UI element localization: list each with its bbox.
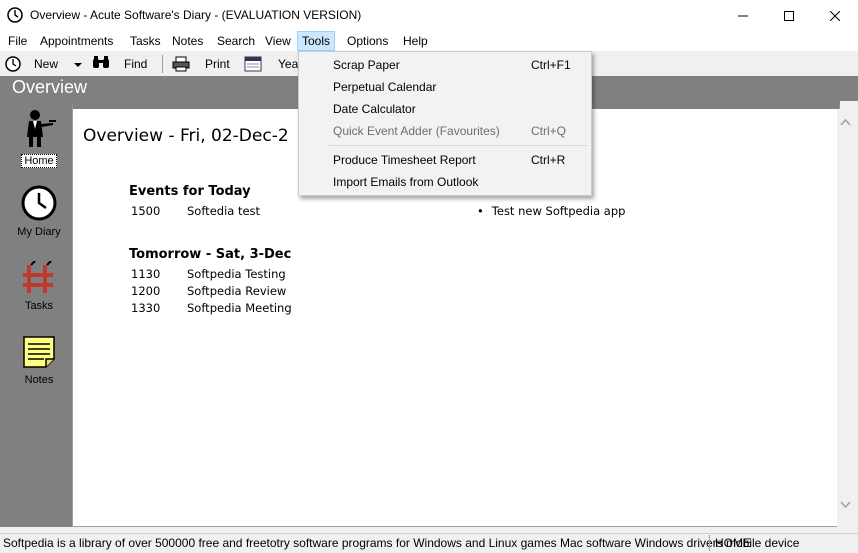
tomorrow-heading: Tomorrow - Sat, 3-Dec — [129, 247, 292, 262]
window-title: Overview - Acute Software's Diary - (EVA… — [30, 8, 362, 22]
sidebar-item-home[interactable]: Home — [0, 109, 78, 168]
event-time: 1130 — [131, 267, 161, 281]
sidebar-item-label: Home — [21, 154, 57, 168]
menu-item-import-emails[interactable]: Import Emails from Outlook — [299, 171, 591, 193]
sidebar: Home My Diary Tasks Notes — [0, 101, 76, 527]
tools-menu: Scrap Paper Ctrl+F1 Perpetual Calendar D… — [298, 51, 592, 196]
note-icon — [23, 336, 55, 368]
find-button[interactable]: Find — [124, 55, 147, 73]
menu-item-scrap-paper[interactable]: Scrap Paper Ctrl+F1 — [299, 54, 591, 76]
event-time: 1200 — [131, 284, 161, 298]
menu-item-shortcut: Ctrl+F1 — [531, 58, 571, 72]
event-time: 1500 — [131, 204, 161, 218]
vertical-scrollbar[interactable] — [837, 109, 854, 527]
task-text: Test new Softpedia app — [491, 204, 626, 218]
sidebar-item-tasks[interactable]: Tasks — [0, 260, 78, 312]
menu-options[interactable]: Options — [343, 32, 392, 50]
sidebar-item-notes[interactable]: Notes — [0, 335, 78, 386]
menu-notes[interactable]: Notes — [168, 32, 207, 50]
scroll-down-icon[interactable] — [837, 499, 854, 511]
menu-item-perpetual-calendar[interactable]: Perpetual Calendar — [299, 76, 591, 98]
status-message: Softpedia is a library of over 500000 fr… — [3, 536, 800, 550]
event-text: Softpedia Testing — [187, 267, 286, 281]
menu-item-label: Import Emails from Outlook — [333, 175, 479, 189]
menu-item-shortcut: Ctrl+Q — [531, 124, 567, 138]
status-divider — [709, 535, 710, 551]
butler-icon — [27, 110, 56, 147]
sidebar-item-label: Tasks — [24, 300, 54, 312]
menu-item-quick-event-adder[interactable]: Quick Event Adder (Favourites) Ctrl+Q — [299, 120, 591, 142]
event-row[interactable]: 1200 Softpedia Review — [131, 284, 286, 298]
menu-help[interactable]: Help — [399, 32, 432, 50]
close-button[interactable] — [812, 0, 858, 31]
tasks-icon — [23, 260, 53, 293]
menu-tools[interactable]: Tools — [297, 31, 336, 51]
bullet: • — [477, 204, 484, 218]
new-dropdown-icon[interactable] — [74, 57, 82, 75]
minimize-button[interactable] — [720, 0, 766, 31]
clock-icon — [21, 185, 57, 221]
page-title: Overview — [12, 77, 88, 97]
menu-item-label: Scrap Paper — [333, 58, 400, 72]
menu-appointments[interactable]: Appointments — [36, 32, 117, 50]
task-item[interactable]: • Test new Softpedia app — [477, 204, 625, 218]
menu-item-shortcut: Ctrl+R — [531, 153, 566, 167]
app-clock-icon[interactable] — [7, 7, 23, 23]
menu-search[interactable]: Search — [213, 32, 259, 50]
binoculars-icon — [92, 56, 110, 74]
printer-icon — [172, 56, 190, 74]
title-bar: Overview - Acute Software's Diary - (EVA… — [0, 0, 858, 31]
sidebar-item-label: Notes — [24, 374, 54, 386]
close-icon — [830, 10, 840, 21]
menu-item-date-calculator[interactable]: Date Calculator — [299, 98, 591, 120]
menu-item-label: Produce Timesheet Report — [333, 153, 476, 167]
sidebar-item-my-diary[interactable]: My Diary — [0, 185, 78, 238]
event-text: Softpedia Review — [187, 284, 287, 298]
menu-item-label: Quick Event Adder (Favourites) — [333, 124, 500, 138]
new-button[interactable]: New — [34, 55, 58, 73]
maximize-button[interactable] — [766, 0, 812, 31]
print-button[interactable]: Print — [205, 55, 230, 73]
menu-item-label: Date Calculator — [333, 102, 416, 116]
event-row[interactable]: 1500 Softedia test — [131, 204, 260, 218]
sidebar-item-label: My Diary — [17, 226, 61, 238]
event-row[interactable]: 1130 Softpedia Testing — [131, 267, 286, 281]
menu-item-label: Perpetual Calendar — [333, 80, 437, 94]
overview-title: Overview - Fri, 02-Dec-2 — [83, 126, 289, 146]
event-time: 1330 — [131, 301, 161, 315]
menu-file[interactable]: File — [4, 32, 31, 50]
event-text: Softedia test — [187, 204, 261, 218]
events-today-heading: Events for Today — [129, 184, 251, 199]
menu-item-timesheet-report[interactable]: Produce Timesheet Report Ctrl+R — [299, 149, 591, 171]
maximize-icon — [784, 10, 794, 21]
menu-view[interactable]: View — [261, 32, 295, 50]
menu-tasks[interactable]: Tasks — [126, 32, 165, 50]
minimize-icon — [738, 15, 748, 16]
new-clock-icon[interactable] — [5, 56, 21, 74]
event-text: Softpedia Meeting — [187, 301, 292, 315]
menu-separator — [329, 145, 587, 146]
scroll-up-icon[interactable] — [837, 117, 854, 129]
event-row[interactable]: 1330 Softpedia Meeting — [131, 301, 292, 315]
status-section: HOME — [715, 536, 751, 550]
menu-bar: File Appointments Tasks Notes Search Vie… — [0, 31, 858, 51]
toolbar-divider — [162, 55, 163, 73]
status-bar: Softpedia is a library of over 500000 fr… — [0, 533, 858, 553]
year-calendar-icon — [244, 56, 262, 74]
